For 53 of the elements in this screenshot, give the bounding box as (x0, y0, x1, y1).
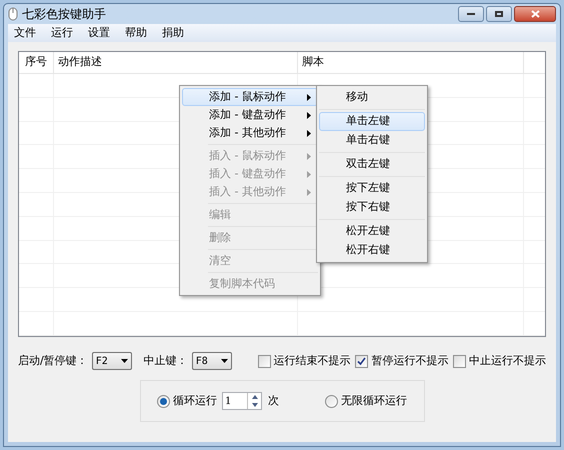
count-field[interactable]: 1 (222, 392, 262, 410)
menu-item[interactable]: 设置 (86, 24, 112, 42)
menu-item[interactable]: 文件 (12, 24, 38, 42)
close-button[interactable] (514, 6, 556, 22)
checkbox[interactable] (355, 354, 368, 368)
submenu-item[interactable]: 按下右键 (319, 198, 425, 217)
submenu-item[interactable]: 按下左键 (319, 179, 425, 198)
radio-button[interactable] (325, 394, 338, 408)
submenu-arrow-icon (307, 94, 311, 100)
hotkey-dropdown[interactable]: F8 (192, 352, 232, 370)
context-menu-item[interactable]: 添加 - 其他动作 (182, 124, 318, 142)
count-unit: 次 (268, 392, 279, 409)
hotkey-value: F2 (96, 354, 108, 368)
submenu-item[interactable]: 松开右键 (319, 241, 425, 260)
submenu-arrow-icon (307, 130, 311, 136)
menu-item[interactable]: 运行 (49, 24, 75, 42)
infinite-radio-label: 无限循环运行 (341, 392, 407, 409)
submenu-item[interactable]: 单击右键 (319, 131, 425, 150)
hotkey-value: F8 (196, 354, 208, 368)
submenu-item[interactable]: 单击左键 (319, 112, 425, 131)
submenu-arrow-icon (307, 170, 311, 178)
close-icon (530, 10, 540, 18)
option-label: 运行结束不提示 (274, 352, 351, 369)
context-menu-item[interactable]: 添加 - 鼠标动作 (182, 88, 318, 106)
submenu-item[interactable]: 松开左键 (319, 222, 425, 241)
loop-radio-label: 循环运行 (173, 392, 217, 409)
submenu-arrow-icon (307, 188, 311, 196)
minimize-button[interactable] (458, 6, 484, 22)
mouse-icon (8, 7, 18, 21)
count-value: 1 (224, 394, 232, 408)
option-label: 暂停运行不提示 (371, 352, 448, 369)
option-label: 中止运行不提示 (469, 352, 546, 369)
column-header[interactable]: 动作描述 (54, 52, 298, 73)
checkbox[interactable] (258, 354, 271, 368)
submenu-item[interactable]: 移动 (319, 88, 425, 107)
hotkey-dropdown[interactable]: F2 (92, 352, 132, 370)
submenu-arrow-icon (307, 152, 311, 160)
submenu-item[interactable]: 双击左键 (319, 155, 425, 174)
dropdown-arrow-icon (120, 359, 128, 363)
hotkey-label: 启动/暂停键： (18, 352, 88, 369)
submenu-arrow-icon (307, 112, 311, 118)
spin-buttons[interactable] (247, 393, 261, 409)
window-title: 七彩色按键助手 (22, 6, 106, 23)
column-header[interactable]: 序号 (19, 52, 54, 73)
maximize-button[interactable] (486, 6, 512, 22)
menu-item[interactable]: 帮助 (123, 24, 149, 42)
radio-button[interactable] (157, 394, 170, 408)
hotkey-label: 中止键： (144, 352, 188, 369)
column-header[interactable]: 脚本 (298, 52, 524, 73)
context-menu-item[interactable]: 添加 - 键盘动作 (182, 106, 318, 124)
menu-item[interactable]: 捐助 (160, 24, 186, 42)
checkbox[interactable] (453, 354, 466, 368)
dropdown-arrow-icon (220, 359, 228, 363)
